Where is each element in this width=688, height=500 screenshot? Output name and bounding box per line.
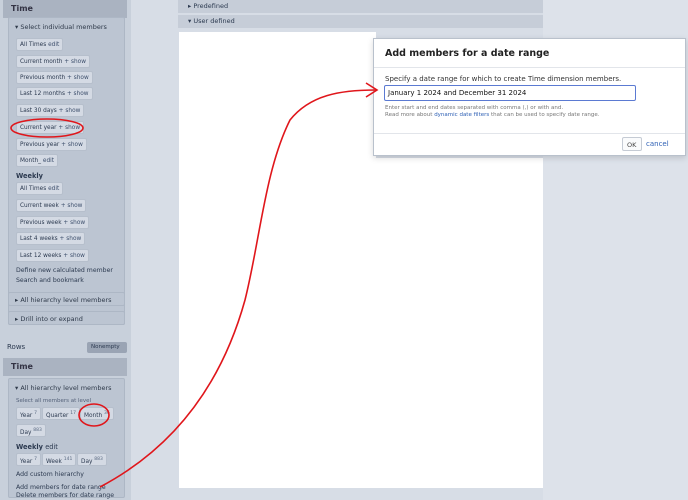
weekly-label: Weekly <box>16 172 43 180</box>
chip-current-month[interactable]: Current month + show <box>16 55 90 68</box>
nonempty-button[interactable]: Nonempty <box>87 342 127 353</box>
dialog-title: Add members for a date range <box>385 48 550 59</box>
chip-all-times[interactable]: All Times edit <box>16 38 64 51</box>
weekly-level-year[interactable]: Year 7 <box>16 453 41 466</box>
rows-all-hierarchy-title[interactable]: ▾ All hierarchy level members <box>9 379 124 396</box>
all-hierarchy-title: ▸ All hierarchy level members <box>15 296 112 304</box>
all-hierarchy-box[interactable]: ▸ All hierarchy level members <box>8 292 125 306</box>
rows-hierarchy-box: ▾ All hierarchy level members <box>8 378 125 498</box>
predefined-bar[interactable]: ▸ Predefined <box>178 0 543 13</box>
chip-month[interactable]: Month_ edit <box>16 154 59 167</box>
drill-title: ▸ Drill into or expand <box>15 315 83 323</box>
chip-current-year[interactable]: Current year + show <box>16 121 85 134</box>
date-range-input[interactable]: January 1 2024 and December 31 2024 <box>384 85 636 101</box>
weekly-level-day[interactable]: Day 883 <box>77 453 107 466</box>
dialog-divider <box>374 67 685 68</box>
chip-weekly-all-times[interactable]: All Times edit <box>16 182 64 195</box>
select-individual-title[interactable]: ▾ Select individual members <box>9 18 124 35</box>
level-quarter[interactable]: Quarter 17 <box>42 407 80 420</box>
add-custom-hierarchy-link[interactable]: Add custom hierarchy <box>16 471 84 478</box>
cancel-link[interactable]: cancel <box>646 140 669 148</box>
rows-label: Rows <box>7 343 26 351</box>
time-section-header[interactable]: Time <box>3 0 127 18</box>
select-all-level-label: Select all members at level <box>16 398 92 404</box>
chip-last-30-days[interactable]: Last 30 days + show <box>16 104 85 117</box>
blank-page <box>179 32 376 488</box>
chip-last-12-weeks[interactable]: Last 12 weeks + show <box>16 249 89 262</box>
date-range-dialog: Add members for a date range Specify a d… <box>373 38 686 156</box>
chip-last-12-months[interactable]: Last 12 months + show <box>16 87 93 100</box>
left-panel: Time ▾ Select individual members All Tim… <box>0 0 131 500</box>
chip-previous-week[interactable]: Previous week + show <box>16 216 90 229</box>
rows-time-header[interactable]: Time <box>3 358 127 376</box>
dialog-help-text: Enter start and end dates separated with… <box>385 105 564 111</box>
level-year[interactable]: Year 7 <box>16 407 41 420</box>
blank-page-right <box>376 158 543 488</box>
dynamic-date-filters-link[interactable]: dynamic date filters <box>434 112 489 118</box>
dialog-footer-divider <box>374 133 685 134</box>
level-day[interactable]: Day 883 <box>16 424 46 437</box>
define-calculated-member-link[interactable]: Define new calculated member <box>16 267 113 274</box>
dialog-prompt: Specify a date range for which to create… <box>385 75 622 83</box>
user-defined-bar[interactable]: ▾ User defined <box>178 15 543 28</box>
level-month[interactable]: Month 36 <box>80 407 114 420</box>
chip-last-4-weeks[interactable]: Last 4 weeks + show <box>16 232 86 245</box>
add-members-date-range-link[interactable]: Add members for date range <box>16 484 106 491</box>
drill-box[interactable]: ▸ Drill into or expand <box>8 311 125 325</box>
chip-previous-year[interactable]: Previous year + show <box>16 138 87 151</box>
chip-previous-month[interactable]: Previous month + show <box>16 71 93 84</box>
dialog-help-more: Read more about dynamic date filters tha… <box>385 112 600 118</box>
search-bookmark-link[interactable]: Search and bookmark <box>16 277 84 284</box>
weekly2-label: Weekly edit <box>16 443 58 451</box>
delete-members-date-range-link[interactable]: Delete members for date range <box>16 492 114 499</box>
ok-button[interactable]: OK <box>622 137 642 151</box>
weekly-level-week[interactable]: Week 141 <box>42 453 77 466</box>
weekly2-edit-link[interactable]: edit <box>45 443 58 451</box>
chip-current-week[interactable]: Current week + show <box>16 199 87 212</box>
